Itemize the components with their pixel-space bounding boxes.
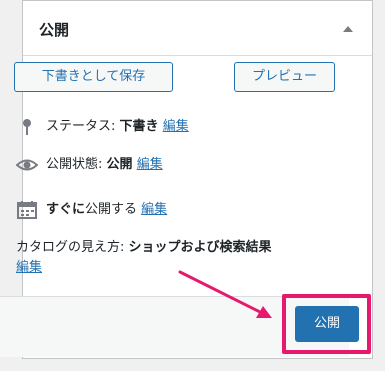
- annotation-arrow: [178, 270, 272, 318]
